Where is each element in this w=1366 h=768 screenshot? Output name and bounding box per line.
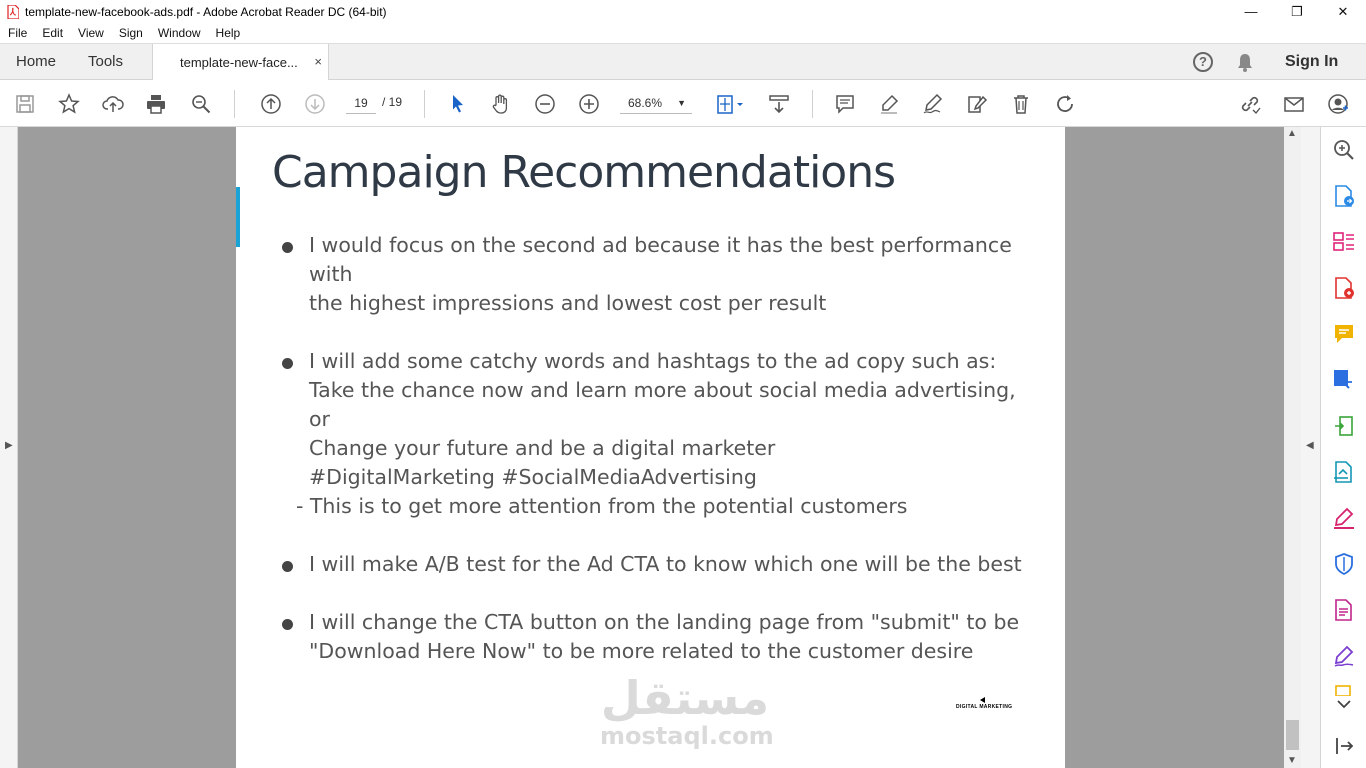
mail-icon[interactable]: [1281, 91, 1307, 117]
list-item-note: - This is to get more attention from the…: [296, 494, 908, 518]
chevron-left-icon: ◀: [1306, 440, 1314, 451]
combine-files-icon[interactable]: [1332, 414, 1356, 438]
menu-window[interactable]: Window: [158, 26, 201, 40]
print-icon[interactable]: [143, 91, 169, 117]
close-window-button[interactable]: ✕: [1320, 0, 1366, 23]
pointer-icon[interactable]: [444, 91, 470, 117]
zoom-select[interactable]: 68.6% ▼: [620, 92, 692, 114]
rotate-icon[interactable]: [1052, 91, 1078, 117]
window-title: template-new-facebook-ads.pdf - Adobe Ac…: [25, 4, 387, 19]
toolbar: 19 / 19 68.6% ▼: [0, 80, 1366, 127]
save-icon[interactable]: [12, 91, 38, 117]
organize-pages-icon[interactable]: [1332, 230, 1356, 254]
zoom-out-icon[interactable]: [532, 91, 558, 117]
vertical-scrollbar[interactable]: ▲ ▼: [1284, 127, 1301, 768]
scrollbar-thumb[interactable]: [1286, 720, 1299, 750]
page-title: Campaign Recommendations: [272, 147, 896, 198]
page-down-icon[interactable]: [302, 91, 328, 117]
zoom-search-icon[interactable]: [1332, 138, 1356, 162]
bell-icon[interactable]: [1236, 53, 1254, 73]
tab-document[interactable]: template-new-face... ×: [152, 44, 329, 81]
pdf-icon: [7, 4, 19, 19]
create-pdf-icon[interactable]: [1332, 276, 1356, 300]
comment-tool-icon[interactable]: [1332, 322, 1356, 346]
export-pdf-icon[interactable]: [1332, 184, 1356, 208]
minimize-button[interactable]: —: [1228, 0, 1274, 23]
edit-pdf-icon[interactable]: [1332, 368, 1356, 392]
menu-sign[interactable]: Sign: [119, 26, 143, 40]
sign-in-button[interactable]: Sign In: [1285, 53, 1338, 71]
star-icon[interactable]: [56, 91, 82, 117]
fill-and-sign-icon[interactable]: [1332, 506, 1356, 530]
digital-marketing-logo: DIGITAL MARKETING: [954, 693, 1012, 715]
fit-page-icon[interactable]: [712, 91, 748, 117]
send-for-review-icon[interactable]: [1332, 460, 1356, 484]
prepare-form-icon[interactable]: [1332, 598, 1356, 622]
tab-tools[interactable]: Tools: [88, 53, 123, 70]
list-item-line: I will change the CTA button on the land…: [309, 610, 1020, 634]
list-item: I will make A/B test for the Ad CTA to k…: [282, 550, 1042, 579]
chevron-down-icon: ▼: [677, 98, 686, 108]
comment-icon[interactable]: [832, 91, 858, 117]
menu-view[interactable]: View: [78, 26, 104, 40]
collapse-pane-icon[interactable]: [1332, 734, 1356, 758]
right-panel-toggle[interactable]: ◀: [1301, 127, 1320, 768]
list-item-line: the highest impressions and lowest cost …: [309, 291, 827, 315]
logo-text: DIGITAL MARKETING: [956, 704, 1013, 710]
close-tab-icon[interactable]: ×: [314, 54, 322, 69]
more-tools-icon[interactable]: [1332, 684, 1356, 696]
accent-bar: [236, 187, 240, 247]
link-icon[interactable]: [1237, 91, 1263, 117]
page-up-icon[interactable]: [258, 91, 284, 117]
menu-file[interactable]: File: [8, 26, 27, 40]
list-item-line: Change your future and be a digital mark…: [309, 436, 776, 460]
list-item-line: Take the chance now and learn more about…: [309, 378, 1016, 431]
fill-sign-icon[interactable]: [964, 91, 990, 117]
menu-edit[interactable]: Edit: [42, 26, 63, 40]
scroll-up-icon[interactable]: ▲: [1287, 128, 1297, 139]
scroll-mode-icon[interactable]: [766, 91, 792, 117]
restore-button[interactable]: ❐: [1274, 0, 1320, 23]
highlight-icon[interactable]: [876, 91, 902, 117]
list-item-line: "Download Here Now" to be more related t…: [309, 639, 974, 663]
tools-pane: [1320, 127, 1366, 768]
list-item-line: I would focus on the second ad because i…: [309, 233, 1012, 286]
left-panel-toggle[interactable]: ▶: [0, 127, 18, 768]
list-item: I would focus on the second ad because i…: [282, 231, 1042, 318]
tab-bar: Home Tools template-new-face... × ? Sign…: [0, 43, 1366, 81]
page-total: / 19: [382, 95, 403, 109]
upload-icon[interactable]: [100, 91, 126, 117]
delete-icon[interactable]: [1008, 91, 1034, 117]
list-item-line: I will add some catchy words and hashtag…: [309, 349, 997, 373]
document-tab-label: template-new-face...: [180, 55, 298, 70]
zoom-in-icon[interactable]: [576, 91, 602, 117]
title-bar: template-new-facebook-ads.pdf - Adobe Ac…: [0, 0, 1366, 23]
search-icon[interactable]: [188, 91, 214, 117]
draw-icon[interactable]: [920, 91, 946, 117]
menu-bar: File Edit View Sign Window Help: [0, 23, 1366, 43]
menu-help[interactable]: Help: [216, 26, 241, 40]
help-icon[interactable]: ?: [1193, 52, 1213, 72]
list-item-line: I will make A/B test for the Ad CTA to k…: [309, 552, 1022, 576]
watermark: مستقل mostaql.com: [600, 671, 774, 752]
watermark-arabic: مستقل: [600, 671, 770, 725]
share-user-icon[interactable]: [1325, 91, 1351, 117]
chevron-right-icon: ▶: [5, 440, 13, 451]
list-item: I will add some catchy words and hashtag…: [282, 347, 1042, 492]
hand-icon[interactable]: [488, 91, 514, 117]
list-item-line: #DigitalMarketing #SocialMediaAdvertisin…: [309, 465, 757, 489]
request-signature-icon[interactable]: [1332, 644, 1356, 668]
bullet-list: I would focus on the second ad because i…: [282, 231, 1042, 666]
page-number-input[interactable]: 19: [346, 92, 376, 114]
list-item: I will change the CTA button on the land…: [282, 608, 1042, 666]
tab-home[interactable]: Home: [16, 53, 56, 70]
protect-icon[interactable]: [1332, 552, 1356, 576]
chevron-down-icon[interactable]: [1332, 697, 1356, 713]
zoom-value: 68.6%: [628, 96, 663, 110]
watermark-latin: mostaql.com: [600, 722, 774, 750]
scroll-down-icon[interactable]: ▼: [1287, 755, 1297, 766]
